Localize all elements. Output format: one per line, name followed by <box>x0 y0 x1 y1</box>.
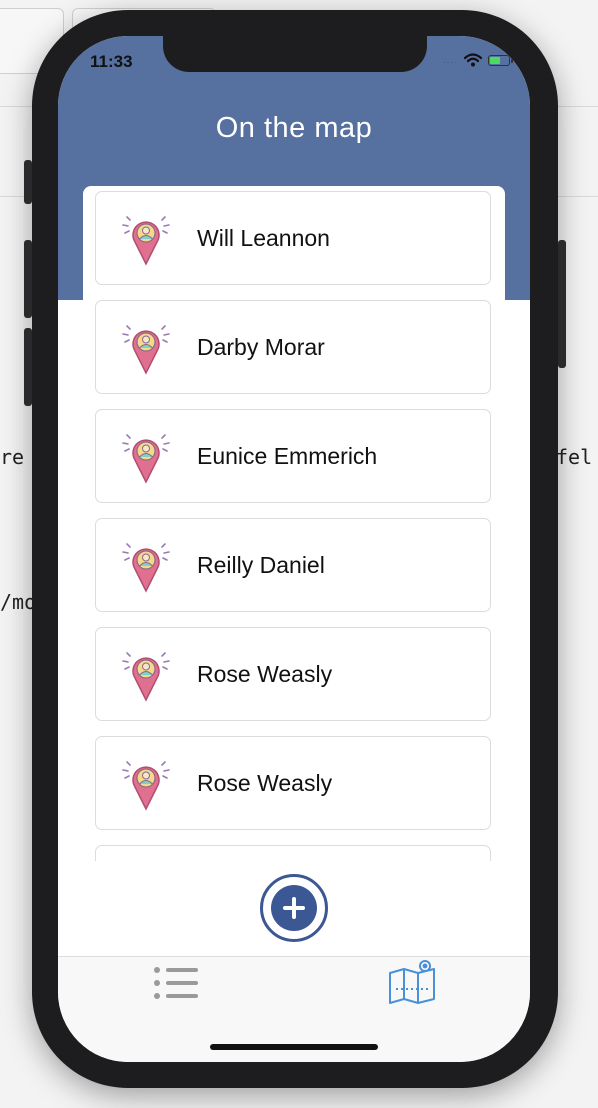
person-name: Rose Weasly <box>197 770 333 796</box>
map-icon <box>389 960 435 1004</box>
add-button[interactable] <box>260 874 328 942</box>
wifi-icon <box>464 53 482 67</box>
volume-up-button <box>24 240 32 318</box>
list-icon <box>154 967 198 999</box>
tab-map[interactable] <box>294 957 530 1013</box>
person-location-pin-icon <box>120 321 172 375</box>
list-item[interactable]: Will Leannon <box>95 191 491 285</box>
person-name: Reilly Daniel <box>197 552 325 578</box>
volume-down-button <box>24 328 32 406</box>
person-location-pin-icon <box>120 648 172 702</box>
list-item[interactable]: Reilly Daniel <box>95 518 491 612</box>
list-item[interactable]: Rose Weasly <box>95 736 491 830</box>
backdrop-code-text: fel <box>556 445 593 469</box>
person-name: Will Leannon <box>197 225 330 251</box>
people-list[interactable]: Will Leannon Darby Morar Eunice Emmerich… <box>83 186 505 861</box>
list-item[interactable]: Rose Weasly <box>95 627 491 721</box>
plus-circle-icon <box>271 885 317 931</box>
battery-level <box>490 56 500 64</box>
person-location-pin-icon <box>120 212 172 266</box>
home-indicator[interactable] <box>210 1044 378 1050</box>
notch <box>163 36 427 72</box>
backdrop-code-text: /mo <box>0 590 37 614</box>
list-item[interactable]: Eunice Emmerich <box>95 409 491 503</box>
tab-list[interactable] <box>58 957 294 1013</box>
person-location-pin-icon <box>120 757 172 811</box>
person-name: Darby Morar <box>197 334 325 360</box>
app-screen: 11:33 .... On the map Will Leannon Darby… <box>58 36 530 1062</box>
backdrop-code-text: re <box>0 445 25 469</box>
person-location-pin-icon <box>120 539 172 593</box>
signal-icon: .... <box>442 54 458 66</box>
person-name: Rose Weasly <box>197 661 333 687</box>
mute-switch <box>24 160 32 204</box>
list-item-partial[interactable] <box>95 845 491 861</box>
status-time: 11:33 <box>90 52 133 71</box>
list-item[interactable]: Darby Morar <box>95 300 491 394</box>
power-button <box>558 240 566 368</box>
battery-icon <box>488 54 513 66</box>
page-title: On the map <box>215 112 373 144</box>
person-location-pin-icon <box>120 430 172 484</box>
status-icons: .... <box>442 53 513 67</box>
person-name: Eunice Emmerich <box>197 443 378 469</box>
